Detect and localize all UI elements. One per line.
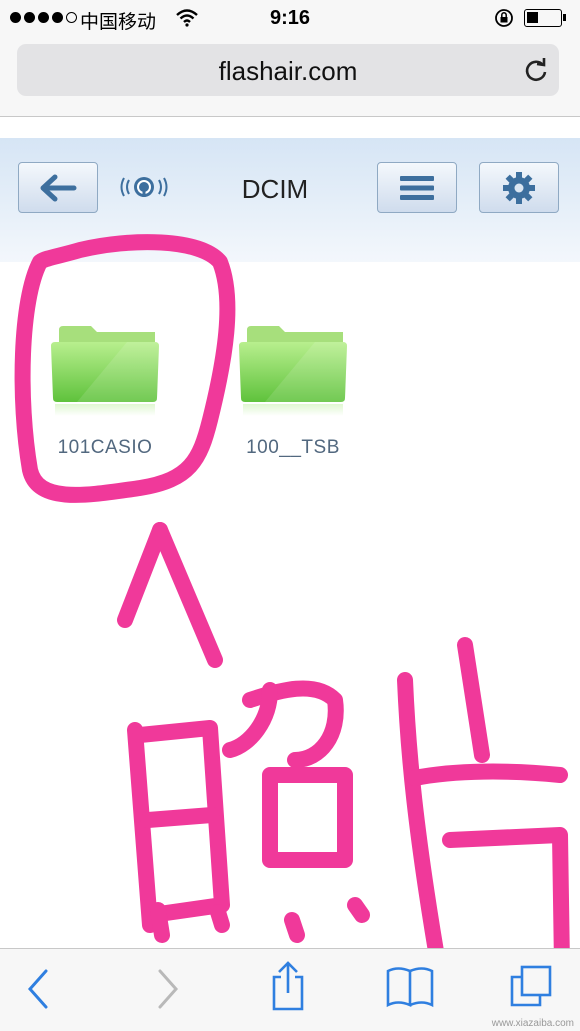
app-header: DCIM: [0, 138, 580, 262]
gear-icon: [503, 171, 535, 204]
folder-icon: [239, 326, 347, 416]
status-time: 9:16: [269, 7, 311, 29]
menu-icon: [400, 175, 434, 200]
bookmarks-icon[interactable]: [384, 965, 436, 1009]
rotation-lock-icon: [495, 9, 513, 27]
settings-button[interactable]: [479, 162, 559, 213]
browser-address-area: flashair.com: [0, 36, 580, 117]
browser-back-icon[interactable]: [24, 967, 54, 1011]
watermark-text: www.xiazaiba.com: [491, 1018, 574, 1029]
browser-forward-icon[interactable]: [152, 967, 182, 1011]
folder-item[interactable]: 101CASIO: [45, 318, 165, 459]
share-icon[interactable]: [268, 961, 308, 1013]
folder-item[interactable]: 100__TSB: [233, 318, 353, 459]
tabs-icon[interactable]: [508, 963, 554, 1009]
folder-name: 101CASIO: [57, 437, 153, 458]
reload-icon[interactable]: [523, 57, 549, 83]
menu-button[interactable]: [377, 162, 457, 213]
browser-toolbar: www.xiazaiba.com: [0, 948, 580, 1031]
address-bar[interactable]: flashair.com: [17, 44, 559, 96]
status-bar: 中国移动 9:16: [0, 0, 580, 36]
page-title: DCIM: [241, 174, 309, 204]
url-text[interactable]: flashair.com: [17, 56, 559, 87]
folder-name: 100__TSB: [246, 437, 340, 458]
folder-icon: [51, 326, 159, 416]
battery-icon: [524, 9, 566, 27]
